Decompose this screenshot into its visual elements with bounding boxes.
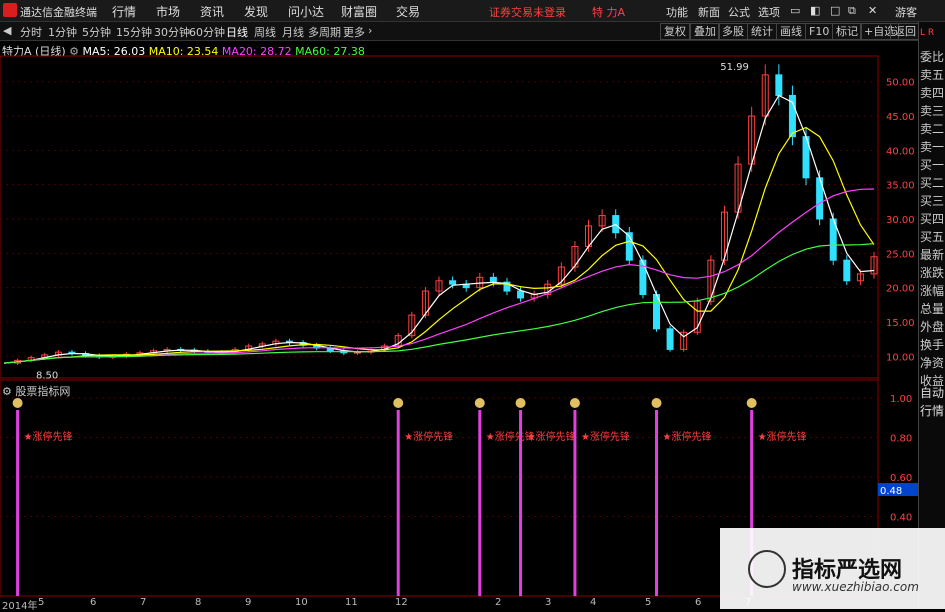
money-bag-icon [515,398,526,408]
side-item[interactable]: 买五 [920,230,945,244]
x-axis-label: 11 [345,597,358,608]
watermark-url: www.xuezhibiao.com [792,580,919,594]
candle-body [449,280,457,285]
candle-body [517,290,525,299]
indicator-tick-label: 1.00 [890,394,912,405]
indicator-tick-label: 0.60 [890,473,912,484]
side-item[interactable]: 卖一 [920,140,945,154]
x-axis-label: 5 [645,597,652,608]
watermark-logo-icon [748,550,786,588]
side-item[interactable]: 委比 [920,50,945,64]
ma20-line [3,188,875,364]
side-item[interactable]: 卖三 [920,104,945,118]
x-axis-label: 6 [695,597,702,608]
side-item[interactable]: 买四 [920,212,945,226]
ma10-line [3,126,875,364]
candle-body [666,328,674,350]
signal-label: ★涨停先锋 [404,430,453,443]
money-bag-icon [569,398,580,408]
side-auto[interactable]: 自动 [920,386,945,400]
signal-label: ★涨停先锋 [24,430,73,443]
x-axis-label: 2014年 [2,601,38,612]
side-item[interactable]: 卖五 [920,68,945,82]
money-bag-icon [12,398,23,408]
indicator-title: ⚙ 股票指标网 [2,383,70,399]
price-tick-label: 50.00 [886,78,915,89]
indicator-tick-label: 0.40 [890,513,912,524]
x-axis-label: 10 [295,597,308,608]
x-axis-label: 2 [495,597,502,608]
x-axis-label: 4 [590,597,597,608]
price-tick-label: 25.00 [886,249,915,260]
candle-body [843,259,851,282]
price-tick-label: 10.00 [886,352,915,363]
indicator-gear-icon[interactable]: ⚙ [2,385,12,398]
x-axis-label: 3 [545,597,552,608]
side-item[interactable]: 换手 [920,338,945,352]
price-tick-label: 20.00 [886,284,915,295]
price-tick-label: 35.00 [886,181,915,192]
current-value: 0.48 [880,486,902,497]
money-bag-icon [746,398,757,408]
money-bag-icon [474,398,485,408]
side-item[interactable]: 买二 [920,176,945,190]
watermark: 指标严选网 www.xuezhibiao.com [720,528,945,609]
signal-label: ★涨停先锋 [663,430,712,443]
money-bag-icon [651,398,662,408]
side-item[interactable]: 涨跌 [920,266,945,280]
side-item[interactable]: 外盘 [920,320,945,334]
low-price-label: 8.50 [36,371,58,382]
x-axis-label: 12 [395,597,408,608]
x-axis-label: 8 [195,597,202,608]
x-axis-label: 7 [140,597,147,608]
main-panel-frame [0,55,879,379]
side-item[interactable]: 买一 [920,158,945,172]
side-item[interactable]: 涨幅 [920,284,945,298]
high-price-label: 51.99 [720,62,749,73]
signal-label: ★涨停先锋 [758,430,807,443]
x-axis-label: 6 [90,597,97,608]
side-lr-icon[interactable]: L R [920,26,945,40]
side-item[interactable]: 卖四 [920,86,945,100]
quote-side-panel: L R 委比卖五卖四卖三卖二卖一买一买二买三买四买五最新涨跌涨幅总量外盘换手净资… [918,22,945,609]
price-tick-label: 40.00 [886,146,915,157]
indicator-name: 股票指标网 [15,385,71,398]
side-item[interactable]: 净资 [920,356,945,370]
signal-label: ★涨停先锋 [581,430,630,443]
x-axis-label: 5 [38,597,45,608]
side-item[interactable]: 最新 [920,248,945,262]
kline-chart[interactable]: 50.00 45.00 40.00 35.00 30.00 25.00 20.00 15.00… [0,0,918,609]
candle-body [775,74,783,96]
price-tick-label: 30.00 [886,215,915,226]
side-item[interactable]: 总量 [920,302,945,316]
x-axis-label: 9 [245,597,252,608]
signal-label: ★涨停先锋 [527,430,576,443]
indicator-tick-label: 0.80 [890,434,912,445]
ma5-line [3,94,875,364]
side-hangqing[interactable]: 行情 [920,404,945,418]
money-bag-icon [393,398,404,408]
side-item[interactable]: 买三 [920,194,945,208]
price-tick-label: 15.00 [886,318,915,329]
price-tick-label: 45.00 [886,112,915,123]
candle-body [489,276,497,283]
side-item[interactable]: 卖二 [920,122,945,136]
